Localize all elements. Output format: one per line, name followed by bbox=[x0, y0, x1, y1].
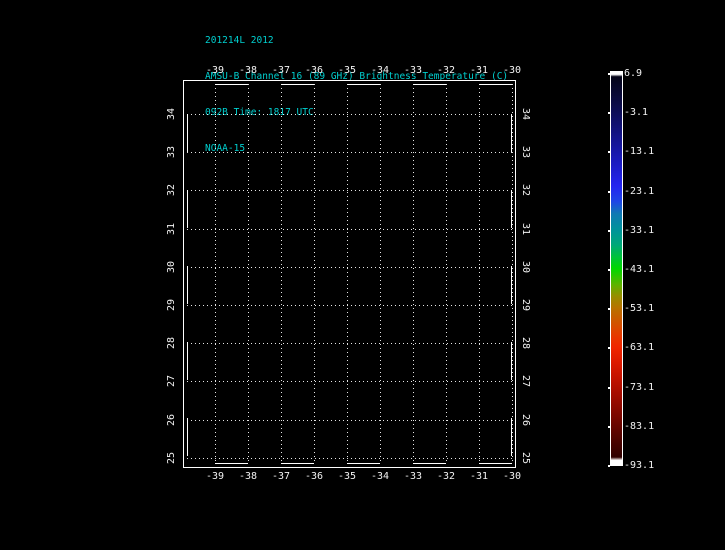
y-axis-label-right: 26 bbox=[520, 413, 531, 426]
x-axis-label-bottom: -31 bbox=[469, 471, 489, 482]
grid-hline bbox=[187, 266, 512, 268]
colorbar-tick-dot bbox=[608, 229, 610, 232]
colorbar-tick-dot bbox=[608, 465, 610, 467]
x-axis-label-top: -32 bbox=[436, 65, 456, 76]
grid-vline bbox=[215, 84, 216, 464]
colorbar-tick-label: -23.1 bbox=[624, 185, 655, 197]
colorbar-tick-dot bbox=[608, 151, 610, 154]
y-axis-label-right: 34 bbox=[520, 107, 531, 121]
y-axis-label-right: 31 bbox=[520, 222, 531, 235]
grid-hline bbox=[187, 305, 512, 306]
header-storm-id: 201214L 2012 bbox=[205, 35, 274, 46]
colorbar-tick-label: -33.1 bbox=[624, 224, 655, 236]
x-axis-label-bottom: -30 bbox=[502, 471, 522, 482]
y-axis-label-left: 25 bbox=[166, 451, 177, 464]
grid-vline bbox=[512, 84, 513, 464]
y-axis-label-left: 32 bbox=[166, 184, 177, 197]
x-axis-label-bottom: -38 bbox=[238, 471, 258, 482]
x-axis-label-top: -35 bbox=[337, 65, 357, 76]
colorbar-tick-label: -43.1 bbox=[624, 264, 655, 275]
grid-vline bbox=[413, 84, 414, 464]
colorbar-tick-dot bbox=[608, 190, 610, 193]
y-axis-label-right: 25 bbox=[520, 451, 531, 464]
colorbar-tick-label: -93.1 bbox=[624, 460, 655, 471]
grid-vline bbox=[380, 84, 381, 464]
grid-vline bbox=[347, 84, 348, 464]
y-axis-label-right: 33 bbox=[520, 146, 531, 159]
grid-hline bbox=[187, 228, 512, 230]
x-axis-label-bottom: -35 bbox=[337, 471, 357, 482]
colorbar-tick-label: -53.1 bbox=[624, 303, 655, 315]
y-axis-label-right: 32 bbox=[520, 184, 531, 197]
map-inner-border-left bbox=[187, 84, 188, 464]
colorbar bbox=[610, 71, 623, 466]
colorbar-tick-dot bbox=[608, 425, 610, 428]
grid-hline bbox=[187, 381, 512, 383]
y-axis-label-right: 30 bbox=[520, 260, 531, 273]
colorbar-tick-label: -13.1 bbox=[624, 146, 655, 158]
grid-hline bbox=[187, 343, 512, 345]
grid-hline bbox=[187, 152, 512, 154]
grid-vline bbox=[446, 84, 447, 464]
grid-hline bbox=[187, 419, 512, 421]
grid-hline bbox=[187, 114, 512, 115]
plot-canvas: 201214L 2012 AMSU-B Channel 16 (89 GHz) … bbox=[0, 0, 725, 550]
map-inner-border-top bbox=[187, 84, 512, 85]
x-axis-label-top: -37 bbox=[271, 65, 291, 76]
colorbar-tick-dot bbox=[608, 308, 610, 311]
grid-vline bbox=[281, 84, 282, 464]
x-axis-label-top: -31 bbox=[469, 65, 489, 76]
y-axis-label-right: 29 bbox=[520, 298, 531, 312]
colorbar-tick-dot bbox=[608, 347, 610, 350]
x-axis-label-bottom: -37 bbox=[271, 471, 291, 482]
grid-vline bbox=[314, 84, 315, 464]
colorbar-tick-label: -3.1 bbox=[624, 107, 649, 119]
colorbar-tick-label: 6.9 bbox=[624, 68, 643, 79]
y-axis-label-left: 31 bbox=[166, 222, 177, 235]
colorbar-tick-dot bbox=[608, 386, 610, 389]
y-axis-label-right: 28 bbox=[520, 337, 531, 350]
x-axis-label-top: -36 bbox=[304, 65, 324, 76]
grid-hline bbox=[187, 190, 512, 192]
y-axis-label-left: 34 bbox=[166, 107, 177, 121]
grid-hline bbox=[187, 457, 512, 459]
y-axis-label-left: 27 bbox=[166, 375, 177, 388]
colorbar-tick-dot bbox=[608, 269, 610, 271]
map-inner-border-bottom bbox=[187, 463, 512, 464]
y-axis-label-left: 33 bbox=[166, 146, 177, 159]
x-axis-label-top: -39 bbox=[205, 65, 225, 76]
x-axis-label-bottom: -32 bbox=[436, 471, 456, 482]
colorbar-tick-label: -83.1 bbox=[624, 420, 655, 432]
x-axis-label-top: -33 bbox=[403, 65, 423, 76]
colorbar-tick-label: -73.1 bbox=[624, 381, 655, 393]
x-axis-label-top: -30 bbox=[502, 65, 522, 76]
grid-vline bbox=[248, 84, 249, 464]
grid-vline bbox=[479, 84, 480, 464]
y-axis-label-left: 30 bbox=[166, 260, 177, 273]
x-axis-label-top: -38 bbox=[238, 65, 258, 76]
x-axis-label-top: -34 bbox=[370, 65, 390, 76]
y-axis-label-left: 28 bbox=[166, 337, 177, 350]
y-axis-label-right: 27 bbox=[520, 375, 531, 388]
colorbar-tick-dot bbox=[608, 73, 610, 75]
x-axis-label-bottom: -36 bbox=[304, 471, 324, 482]
y-axis-label-left: 26 bbox=[166, 413, 177, 426]
colorbar-tick-dot bbox=[608, 112, 610, 115]
x-axis-label-bottom: -34 bbox=[370, 471, 390, 482]
y-axis-label-left: 29 bbox=[166, 298, 177, 312]
x-axis-label-bottom: -39 bbox=[205, 471, 225, 482]
x-axis-label-bottom: -33 bbox=[403, 471, 423, 482]
map-frame bbox=[183, 80, 516, 468]
colorbar-tick-label: -63.1 bbox=[624, 342, 655, 354]
